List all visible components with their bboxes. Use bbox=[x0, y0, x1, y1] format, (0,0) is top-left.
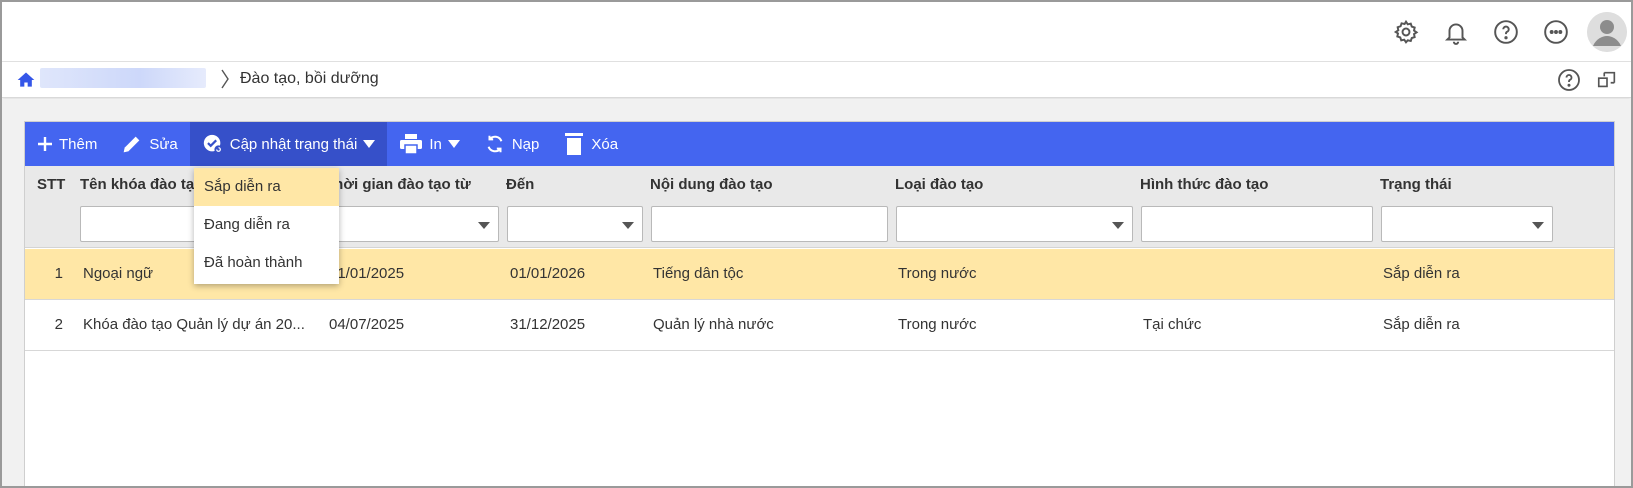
home-icon[interactable] bbox=[16, 70, 36, 90]
filter-status-select[interactable] bbox=[1381, 206, 1553, 242]
breadcrumb-parent-link[interactable] bbox=[40, 68, 206, 88]
filter-end-time-select[interactable] bbox=[507, 206, 643, 242]
plus-icon bbox=[38, 137, 52, 151]
more-options-icon[interactable] bbox=[1541, 17, 1571, 47]
status-dropdown-menu: Sắp diễn ra Đang diễn ra Đã hoàn thành bbox=[194, 168, 339, 284]
notification-bell-icon[interactable] bbox=[1441, 17, 1471, 47]
menu-item-in-progress[interactable]: Đang diễn ra bbox=[194, 206, 339, 244]
delete-button[interactable]: Xóa bbox=[551, 122, 630, 166]
settings-gear-icon[interactable] bbox=[1391, 17, 1421, 47]
refresh-icon bbox=[487, 135, 503, 153]
user-avatar[interactable] bbox=[1587, 12, 1627, 52]
trash-icon bbox=[565, 133, 584, 155]
print-button[interactable]: In bbox=[387, 122, 472, 166]
column-header-stt[interactable]: STT bbox=[37, 176, 65, 193]
column-header-course-name[interactable]: Tên khóa đào tạo bbox=[80, 176, 203, 193]
caret-down-icon bbox=[447, 140, 460, 148]
reload-button[interactable]: Nạp bbox=[472, 122, 552, 166]
filter-content-input[interactable] bbox=[651, 206, 888, 242]
app-window: Đào tạo, bồi dưỡng Thêm Sửa Cập nhật trạ… bbox=[0, 0, 1633, 488]
help-icon[interactable] bbox=[1491, 17, 1521, 47]
chevron-down-icon bbox=[1532, 222, 1544, 229]
breadcrumb: Đào tạo, bồi dưỡng bbox=[2, 62, 1631, 98]
breadcrumb-separator-icon bbox=[220, 68, 230, 90]
check-circle-icon bbox=[203, 134, 223, 154]
column-header-type[interactable]: Loại đào tạo bbox=[895, 176, 983, 193]
column-header-form[interactable]: Hình thức đào tạo bbox=[1140, 176, 1268, 193]
chevron-down-icon bbox=[478, 222, 490, 229]
top-bar bbox=[2, 2, 1631, 62]
column-header-content[interactable]: Nội dung đào tạo bbox=[650, 176, 772, 193]
edit-button[interactable]: Sửa bbox=[109, 122, 189, 166]
column-header-start-time[interactable]: Thời gian đào tạo từ bbox=[325, 176, 471, 193]
top-icons bbox=[1371, 10, 1631, 54]
column-header-end-time[interactable]: Đến bbox=[506, 176, 534, 193]
pencil-icon bbox=[124, 136, 140, 153]
toolbar: Thêm Sửa Cập nhật trạng thái In Nạp Xóa bbox=[25, 122, 1614, 166]
add-button[interactable]: Thêm bbox=[25, 122, 109, 166]
filter-type-select[interactable] bbox=[896, 206, 1133, 242]
printer-icon bbox=[400, 134, 423, 155]
column-header-status[interactable]: Trạng thái bbox=[1380, 176, 1452, 193]
caret-down-icon bbox=[363, 140, 376, 148]
open-new-window-icon[interactable] bbox=[1593, 66, 1621, 94]
page-help-icon[interactable] bbox=[1555, 66, 1583, 94]
menu-item-upcoming[interactable]: Sắp diễn ra bbox=[194, 168, 339, 206]
content-area: Thêm Sửa Cập nhật trạng thái In Nạp Xóa … bbox=[2, 99, 1631, 486]
chevron-down-icon bbox=[1112, 222, 1124, 229]
filter-start-time-select[interactable] bbox=[325, 206, 499, 242]
breadcrumb-actions bbox=[1555, 66, 1631, 94]
filter-form-input[interactable] bbox=[1141, 206, 1373, 242]
update-status-button[interactable]: Cập nhật trạng thái bbox=[189, 122, 388, 166]
page-title: Đào tạo, bồi dưỡng bbox=[240, 70, 379, 87]
chevron-down-icon bbox=[622, 222, 634, 229]
menu-item-completed[interactable]: Đã hoàn thành bbox=[194, 244, 339, 282]
table-row[interactable]: 2 Khóa đào tạo Quản lý dự án 20... 04/07… bbox=[25, 300, 1614, 351]
